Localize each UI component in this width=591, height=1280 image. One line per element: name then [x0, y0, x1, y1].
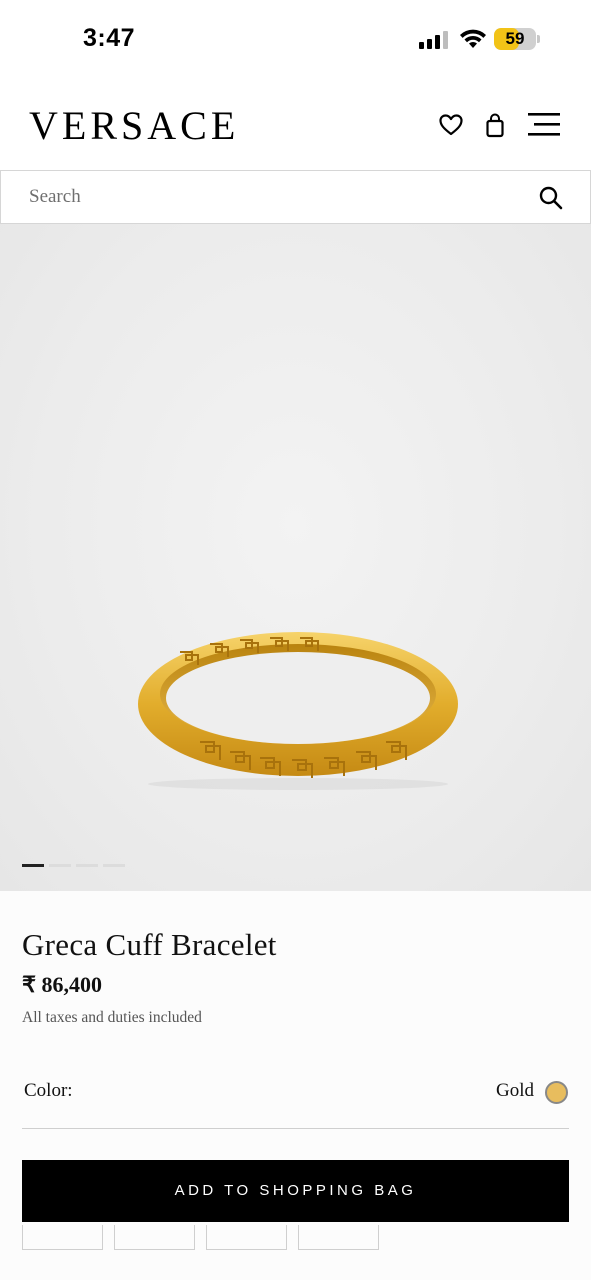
site-header: VERSACE	[0, 80, 591, 170]
battery-icon: 59	[494, 28, 540, 50]
battery-level: 59	[505, 29, 525, 48]
search-icon[interactable]	[538, 185, 564, 211]
product-image	[138, 632, 458, 790]
menu-icon[interactable]	[527, 111, 561, 137]
product-image-gallery[interactable]	[0, 224, 591, 891]
divider	[22, 1128, 569, 1129]
size-option[interactable]	[298, 1225, 379, 1250]
size-option[interactable]	[114, 1225, 195, 1250]
status-time: 3:47	[83, 24, 136, 52]
cellular-signal-icon	[419, 31, 449, 49]
color-swatch[interactable]	[545, 1081, 568, 1104]
size-option[interactable]	[206, 1225, 287, 1250]
gallery-pagination	[22, 864, 132, 867]
gallery-dot[interactable]	[103, 864, 125, 867]
gallery-dot[interactable]	[22, 864, 44, 867]
brand-logo[interactable]: VERSACE	[29, 102, 239, 149]
tax-note: All taxes and duties included	[22, 1009, 202, 1026]
status-bar: 3:47 59	[0, 0, 591, 80]
search-input[interactable]	[29, 183, 509, 211]
color-label: Color:	[24, 1080, 73, 1101]
wifi-icon	[460, 29, 486, 48]
size-option[interactable]	[22, 1225, 103, 1250]
heart-icon[interactable]	[438, 113, 464, 137]
color-value[interactable]: Gold	[496, 1080, 534, 1102]
gallery-dot[interactable]	[49, 864, 71, 867]
search-bar	[0, 170, 591, 224]
product-info: Greca Cuff Bracelet ₹ 86,400 All taxes a…	[0, 891, 591, 1280]
shopping-bag-icon[interactable]	[484, 113, 506, 139]
gallery-dot[interactable]	[76, 864, 98, 867]
product-price: ₹ 86,400	[22, 972, 102, 997]
product-title: Greca Cuff Bracelet	[22, 927, 277, 962]
add-to-bag-button[interactable]: ADD TO SHOPPING BAG	[22, 1160, 569, 1222]
